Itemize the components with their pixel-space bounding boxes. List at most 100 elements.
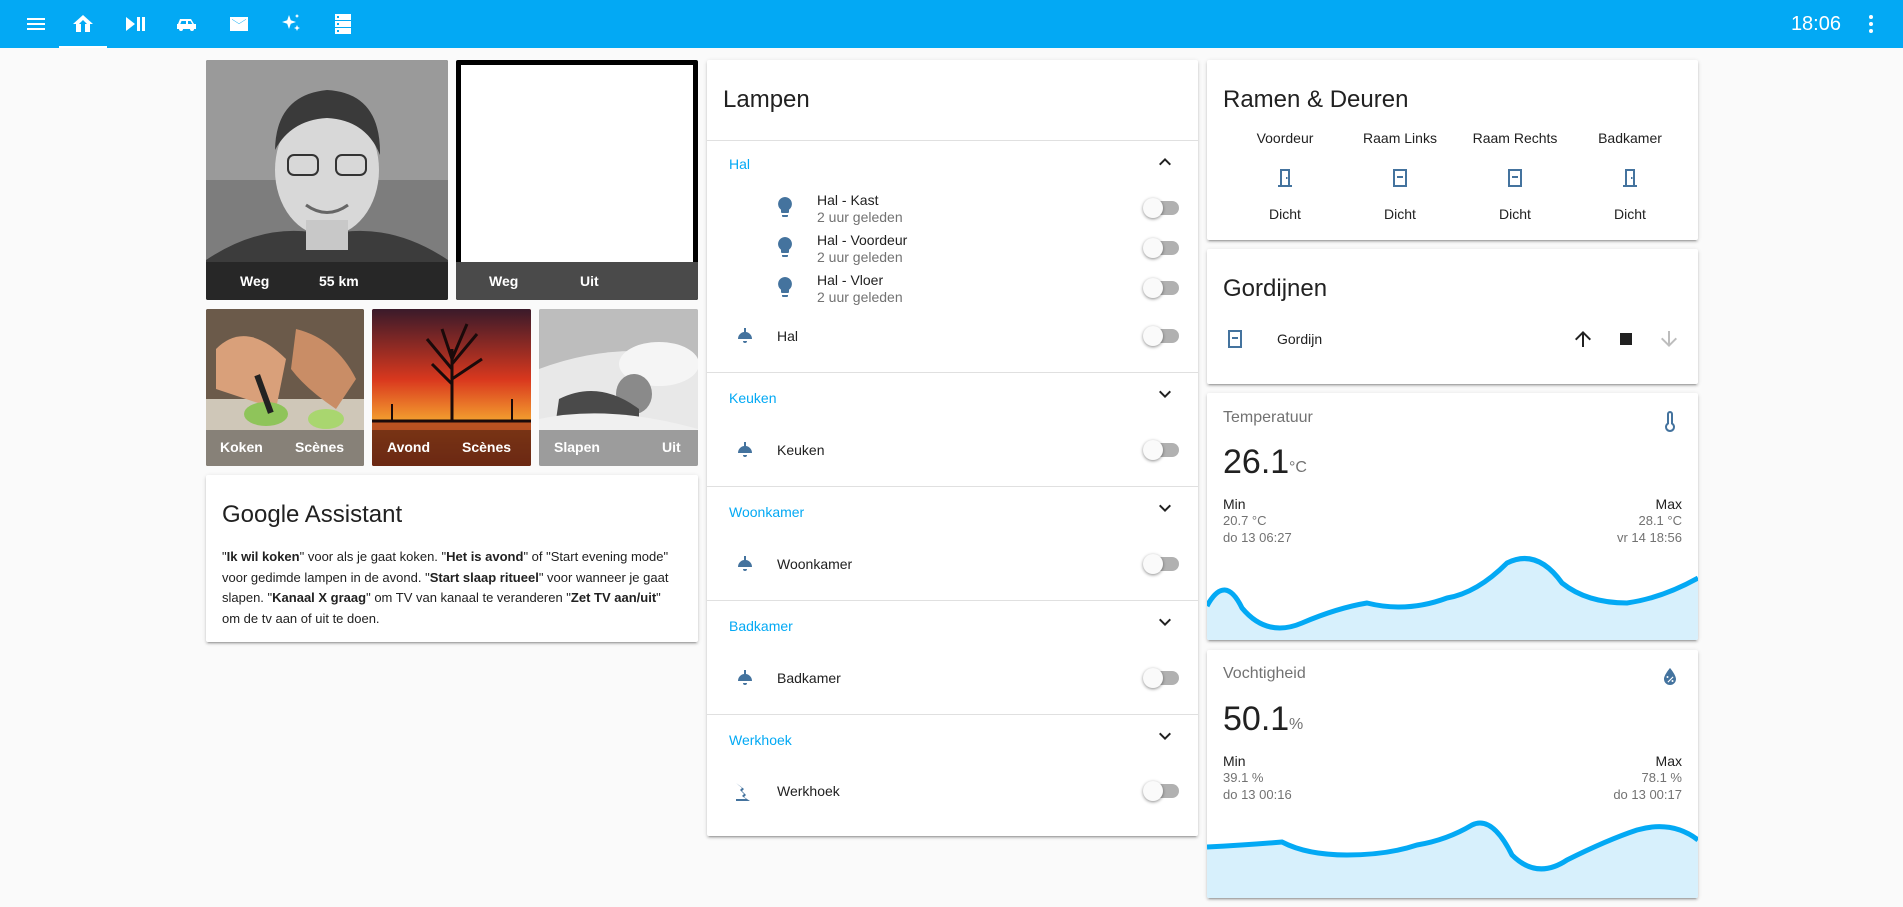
ceiling-light-icon (733, 438, 757, 462)
window-shutter-icon[interactable] (1223, 327, 1247, 351)
person-tile-1[interactable]: Weg 55 km (206, 60, 448, 300)
group-header-woonkamer[interactable]: Woonkamer (729, 504, 804, 520)
door-name: Badkamer (1598, 130, 1662, 146)
entity-name: Keuken (777, 442, 825, 458)
menu-icon[interactable] (12, 0, 60, 48)
entity-last-changed: 2 uur geleden (817, 289, 903, 305)
toggle-switch[interactable] (1143, 278, 1179, 298)
max-label: Max (1655, 753, 1682, 769)
sensor-name: Temperatuur (1223, 409, 1313, 426)
doors-card: Ramen & Deuren Voordeur Dicht Raam Links… (1207, 60, 1698, 240)
chevron-down-icon[interactable] (1153, 382, 1177, 406)
scene-tile-slapen[interactable]: Slapen Uit (539, 309, 698, 466)
min-value: 39.1 % (1223, 770, 1264, 785)
chevron-down-icon[interactable] (1153, 724, 1177, 748)
lamps-card: Lampen Hal Hal - Kast 2 uur geleden Hal … (707, 60, 1198, 836)
divider (707, 140, 1198, 141)
temperature-card[interactable]: Temperatuur 26.1 °C Min 20.7 °C do 13 06… (1207, 393, 1698, 640)
server-icon[interactable] (319, 0, 367, 48)
toggle-switch[interactable] (1143, 440, 1179, 460)
water-percent-icon (1658, 665, 1682, 689)
entity-name: Hal (777, 328, 799, 344)
play-pause-icon[interactable] (111, 0, 159, 48)
humidity-card[interactable]: Vochtigheid 50.1 % Min 39.1 % do 13 00:1… (1207, 650, 1698, 898)
curtains-card: Gordijnen Gordijn (1207, 249, 1698, 384)
toggle-switch[interactable] (1143, 326, 1179, 346)
person-photo-blank (461, 65, 693, 265)
home-icon[interactable] (59, 0, 107, 48)
scene-tile-koken[interactable]: Koken Scènes (206, 309, 364, 466)
scene-state: Scènes (295, 439, 345, 455)
sensor-unit: % (1289, 716, 1304, 733)
person-state: Weg (489, 273, 519, 289)
toggle-switch[interactable] (1143, 198, 1179, 218)
card-title: Lampen (723, 86, 810, 113)
scene-caption: Slapen Uit (539, 430, 698, 466)
min-time: do 13 06:27 (1223, 530, 1292, 545)
toggle-switch[interactable] (1143, 668, 1179, 688)
door-closed-icon[interactable] (1273, 166, 1297, 190)
window-closed-icon[interactable] (1503, 166, 1527, 190)
chevron-up-icon[interactable] (1153, 150, 1177, 174)
chevron-down-icon[interactable] (1153, 610, 1177, 634)
door-name: Voordeur (1256, 130, 1314, 146)
chevron-down-icon[interactable] (1153, 496, 1177, 520)
ceiling-light-icon (733, 324, 757, 348)
humidity-sparkline (1207, 820, 1698, 898)
window-name: Raam Rechts (1472, 130, 1558, 146)
temperature-sparkline (1207, 556, 1698, 640)
max-value: 78.1 % (1641, 770, 1682, 785)
thermometer-icon (1658, 409, 1682, 433)
divider (707, 486, 1198, 487)
person-caption: Weg 55 km (206, 262, 448, 300)
top-app-bar: 18:06 (0, 0, 1903, 48)
entity-name: Hal - Vloer (817, 272, 884, 288)
more-vert-icon[interactable] (1847, 0, 1895, 48)
door-closed-icon[interactable] (1618, 166, 1642, 190)
sparkle-icon[interactable] (267, 0, 315, 48)
sensor-name: Vochtigheid (1223, 665, 1306, 682)
toggle-switch[interactable] (1143, 554, 1179, 574)
arrow-down-icon[interactable] (1657, 327, 1681, 351)
scene-tile-avond[interactable]: Avond Scènes (372, 309, 531, 466)
entity-name: Badkamer (777, 670, 841, 686)
lightbulb-icon (773, 275, 797, 299)
window-closed-icon[interactable] (1388, 166, 1412, 190)
scene-caption: Avond Scènes (372, 430, 531, 466)
max-value: 28.1 °C (1638, 513, 1682, 528)
arrow-up-icon[interactable] (1571, 327, 1595, 351)
scene-name: Slapen (554, 439, 600, 455)
entity-last-changed: 2 uur geleden (817, 209, 903, 225)
person-state: Weg (240, 273, 270, 289)
entity-name: Hal - Kast (817, 192, 879, 208)
scene-caption: Koken Scènes (206, 430, 364, 466)
divider (707, 600, 1198, 601)
mail-icon[interactable] (215, 0, 263, 48)
max-time: vr 14 18:56 (1616, 530, 1682, 545)
min-time: do 13 00:16 (1223, 787, 1292, 802)
lightbulb-icon (773, 235, 797, 259)
scene-name: Avond (387, 439, 431, 455)
cover-name: Gordijn (1277, 331, 1323, 347)
person-tile-2[interactable]: Weg Uit (456, 60, 698, 300)
ceiling-light-icon (733, 666, 757, 690)
card-title: Google Assistant (222, 501, 403, 528)
sensor-unit: °C (1289, 459, 1307, 476)
group-header-badkamer[interactable]: Badkamer (729, 618, 793, 634)
stop-icon[interactable] (1614, 327, 1638, 351)
group-header-keuken[interactable]: Keuken (729, 390, 776, 406)
toggle-switch[interactable] (1143, 238, 1179, 258)
entity-name: Werkhoek (777, 783, 840, 799)
min-value: 20.7 °C (1223, 513, 1267, 528)
car-icon[interactable] (163, 0, 211, 48)
toggle-switch[interactable] (1143, 781, 1179, 801)
sensor-value: 26.1 (1223, 443, 1290, 481)
entity-name: Hal - Voordeur (817, 232, 908, 248)
ceiling-light-icon (733, 552, 757, 576)
person-distance: 55 km (319, 273, 359, 289)
group-header-hal[interactable]: Hal (729, 156, 750, 172)
divider (707, 714, 1198, 715)
group-header-werkhoek[interactable]: Werkhoek (729, 732, 792, 748)
card-title: Gordijnen (1223, 275, 1328, 302)
person-distance: Uit (580, 273, 599, 289)
